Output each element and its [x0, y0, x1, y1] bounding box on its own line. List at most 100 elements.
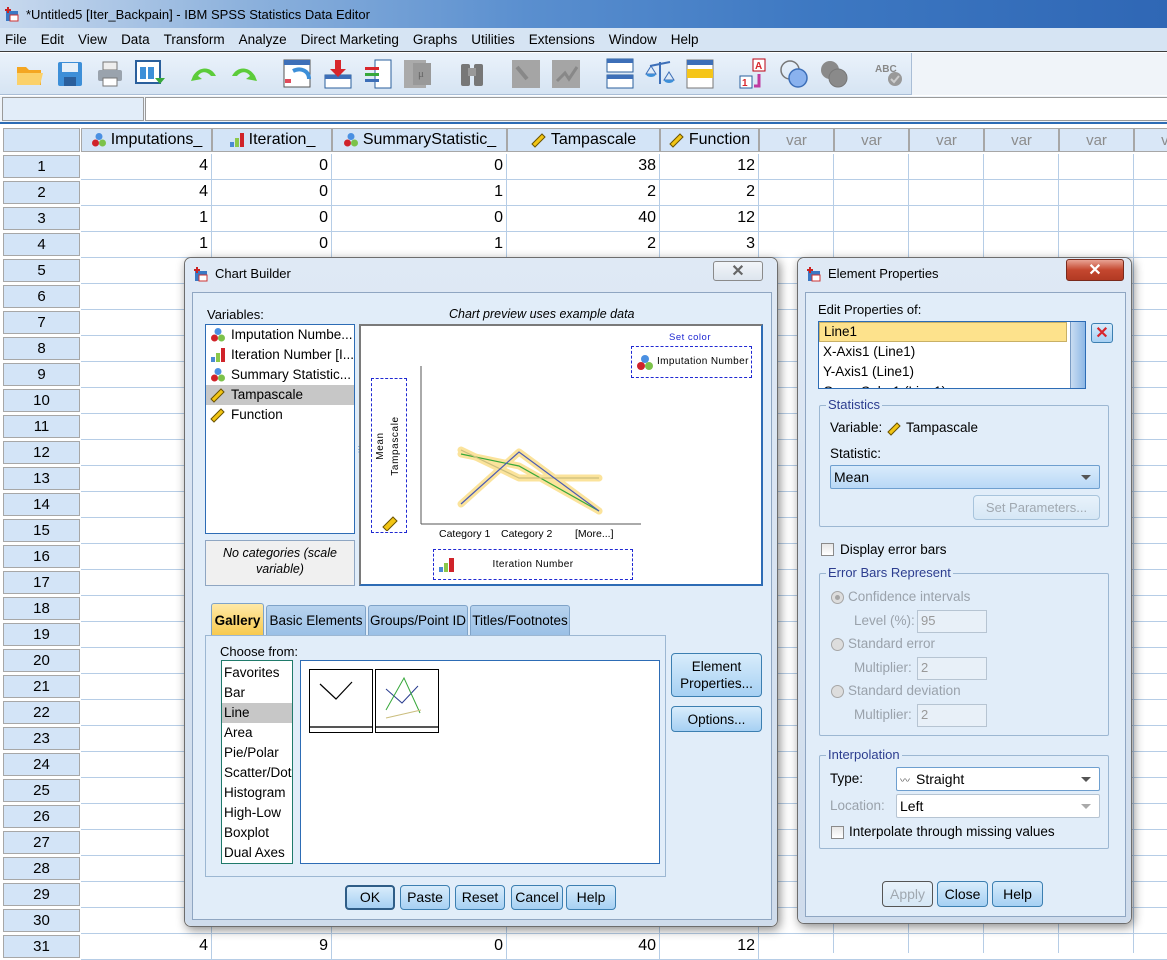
variable-item[interactable]: Tampascale — [206, 385, 354, 405]
menu-utilities[interactable]: Utilities — [466, 32, 524, 47]
reset-button[interactable]: Reset — [455, 885, 505, 910]
menu-data[interactable]: Data — [116, 32, 159, 47]
row-header[interactable]: 16 — [3, 545, 80, 568]
confidence-intervals-radio[interactable] — [831, 591, 844, 604]
cell-value-input[interactable] — [145, 97, 1167, 121]
row-header[interactable]: 6 — [3, 285, 80, 308]
row-header[interactable]: 9 — [3, 363, 80, 386]
chart-type-item[interactable]: Pie/Polar — [222, 743, 292, 763]
menu-view[interactable]: View — [73, 32, 116, 47]
row-header[interactable]: 14 — [3, 493, 80, 516]
table-cell[interactable]: 0 — [212, 180, 332, 206]
row-header[interactable]: 21 — [3, 675, 80, 698]
standard-error-radio[interactable] — [831, 638, 844, 651]
table-cell[interactable]: 4 — [81, 180, 212, 206]
spell-check-icon[interactable]: ABC — [870, 57, 906, 91]
chart-type-item[interactable]: Line — [222, 703, 292, 723]
cancel-button[interactable]: Cancel — [511, 885, 563, 910]
column-header[interactable]: var — [1059, 128, 1134, 152]
column-header[interactable]: var — [834, 128, 909, 152]
row-header[interactable]: 18 — [3, 597, 80, 620]
menu-direct-marketing[interactable]: Direct Marketing — [296, 32, 408, 47]
row-header[interactable]: 13 — [3, 467, 80, 490]
column-header[interactable]: Function — [660, 128, 759, 152]
element-item[interactable]: Line1 — [819, 322, 1067, 342]
column-header[interactable]: SummaryStatistic_ — [332, 128, 507, 152]
table-cell[interactable]: 2 — [660, 180, 759, 206]
chart-canvas[interactable]: Set color Imputation Number Mean Tampasca… — [359, 324, 763, 586]
help-button[interactable]: Help — [992, 881, 1043, 907]
redo-icon[interactable] — [226, 57, 262, 91]
table-cell[interactable]: 12 — [660, 934, 759, 960]
multiple-line-thumbnail[interactable] — [375, 669, 439, 733]
column-header[interactable]: var — [759, 128, 834, 152]
row-header[interactable]: 25 — [3, 779, 80, 802]
row-header[interactable]: 2 — [3, 181, 80, 204]
row-header[interactable]: 1 — [3, 155, 80, 178]
row-header[interactable]: 10 — [3, 389, 80, 412]
row-header[interactable]: 26 — [3, 805, 80, 828]
menu-analyze[interactable]: Analyze — [234, 32, 296, 47]
ok-button[interactable]: OK — [345, 885, 395, 910]
save-icon[interactable] — [52, 57, 88, 91]
delete-element-button[interactable]: ✕ — [1091, 323, 1113, 343]
chart-type-item[interactable]: Bar — [222, 683, 292, 703]
help-button[interactable]: Help — [566, 885, 616, 910]
row-header[interactable]: 31 — [3, 935, 80, 958]
tab-titles-footnotes[interactable]: Titles/Footnotes — [470, 605, 570, 635]
table-cell[interactable]: 40 — [507, 934, 660, 960]
row-header[interactable]: 30 — [3, 909, 80, 932]
interpolate-missing-checkbox[interactable] — [831, 826, 844, 839]
run-descriptives-icon[interactable]: μ — [400, 57, 436, 91]
elements-list-scrollbar[interactable] — [1070, 322, 1085, 388]
menu-edit[interactable]: Edit — [36, 32, 73, 47]
variable-item[interactable]: Imputation Numbe... — [206, 325, 354, 345]
chart-type-item[interactable]: Boxplot — [222, 823, 292, 843]
table-cell[interactable]: 2 — [507, 232, 660, 258]
tab-gallery[interactable]: Gallery — [211, 603, 264, 636]
column-header[interactable]: Imputations_ — [81, 128, 212, 152]
chart-type-item[interactable]: Scatter/Dot — [222, 763, 292, 783]
tab-basic-elements[interactable]: Basic Elements — [266, 605, 366, 635]
goto-variable-icon[interactable] — [320, 57, 356, 91]
color-drop-zone[interactable]: Imputation Number — [631, 346, 752, 378]
find-icon[interactable] — [454, 57, 490, 91]
row-header[interactable]: 28 — [3, 857, 80, 880]
row-header[interactable]: 23 — [3, 727, 80, 750]
chart-type-item[interactable]: Histogram — [222, 783, 292, 803]
y-axis-drop-zone[interactable]: Mean Tampascale — [371, 378, 407, 533]
variables-list[interactable]: Imputation Numbe... Iteration Number [I..… — [205, 324, 355, 534]
menu-extensions[interactable]: Extensions — [524, 32, 604, 47]
insert-variable-icon[interactable] — [548, 57, 584, 91]
row-header[interactable]: 3 — [3, 207, 80, 230]
se-multiplier-input[interactable]: 2 — [917, 657, 987, 680]
menu-graphs[interactable]: Graphs — [408, 32, 466, 47]
row-header[interactable]: 24 — [3, 753, 80, 776]
menu-file[interactable]: File — [0, 32, 36, 47]
chart-type-item[interactable]: Dual Axes — [222, 843, 292, 863]
paste-button[interactable]: Paste — [400, 885, 450, 910]
menu-window[interactable]: Window — [604, 32, 666, 47]
table-cell[interactable]: 9 — [212, 934, 332, 960]
table-cell[interactable]: 12 — [660, 206, 759, 232]
sd-multiplier-input[interactable]: 2 — [917, 704, 987, 727]
chart-type-list[interactable]: Favorites Bar Line Area Pie/Polar Scatter/Dot… — [221, 660, 293, 864]
split-file-icon[interactable] — [602, 57, 638, 91]
table-cell[interactable]: 40 — [507, 206, 660, 232]
elements-list[interactable]: Line1X-Axis1 (Line1)Y-Axis1 (Line1)Group… — [818, 321, 1086, 389]
row-header[interactable]: 15 — [3, 519, 80, 542]
x-axis-drop-zone[interactable]: Iteration Number — [433, 549, 633, 580]
simple-line-thumbnail[interactable] — [309, 669, 373, 733]
use-sets-icon[interactable] — [776, 57, 812, 91]
row-header[interactable]: 20 — [3, 649, 80, 672]
menu-help[interactable]: Help — [666, 32, 708, 47]
level-input[interactable]: 95 — [917, 610, 987, 633]
insert-cases-icon[interactable] — [508, 57, 544, 91]
table-cell[interactable]: 1 — [332, 180, 507, 206]
interpolation-type-select[interactable]: 〰 Straight — [896, 767, 1100, 791]
row-header[interactable]: 8 — [3, 337, 80, 360]
apply-button[interactable]: Apply — [882, 881, 933, 907]
column-header[interactable]: var — [1134, 128, 1167, 152]
column-header[interactable]: Iteration_ — [212, 128, 332, 152]
table-cell[interactable]: 1 — [81, 206, 212, 232]
